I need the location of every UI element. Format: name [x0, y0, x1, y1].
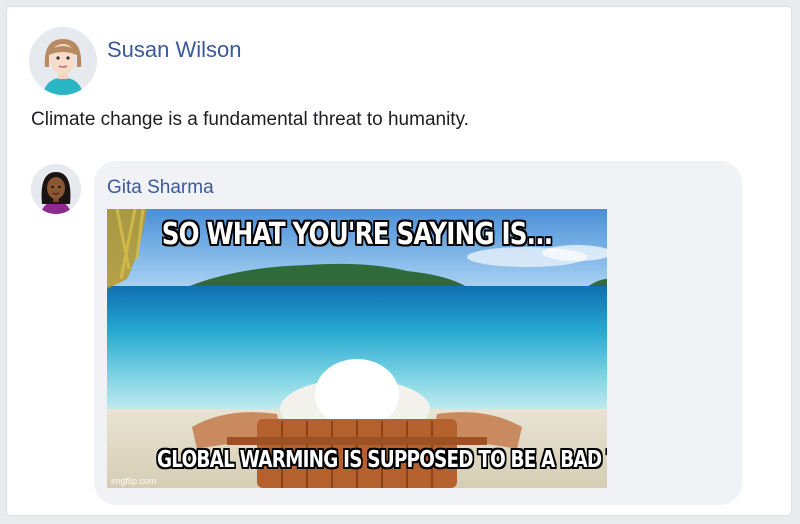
post-card: Susan Wilson Climate change is a fundame…: [6, 6, 792, 516]
post-author-name[interactable]: Susan Wilson: [107, 37, 242, 63]
meme-image[interactable]: SO WHAT YOU'RE SAYING IS... GLOBAL WARMI…: [107, 209, 607, 488]
reply-author-name[interactable]: Gita Sharma: [107, 177, 214, 199]
meme-bottom-caption: GLOBAL WARMING IS SUPPOSED TO BE A BAD T…: [157, 447, 607, 473]
meme-watermark: imgflip.com: [111, 476, 157, 486]
reply-bubble: Gita Sharma SO WHAT YOU'RE SAYING IS... …: [94, 161, 742, 505]
woman-avatar-icon[interactable]: [31, 164, 81, 214]
woman-avatar-icon[interactable]: [29, 27, 97, 95]
meme-top-caption: SO WHAT YOU'RE SAYING IS...: [161, 217, 553, 252]
post-text: Climate change is a fundamental threat t…: [31, 109, 469, 130]
